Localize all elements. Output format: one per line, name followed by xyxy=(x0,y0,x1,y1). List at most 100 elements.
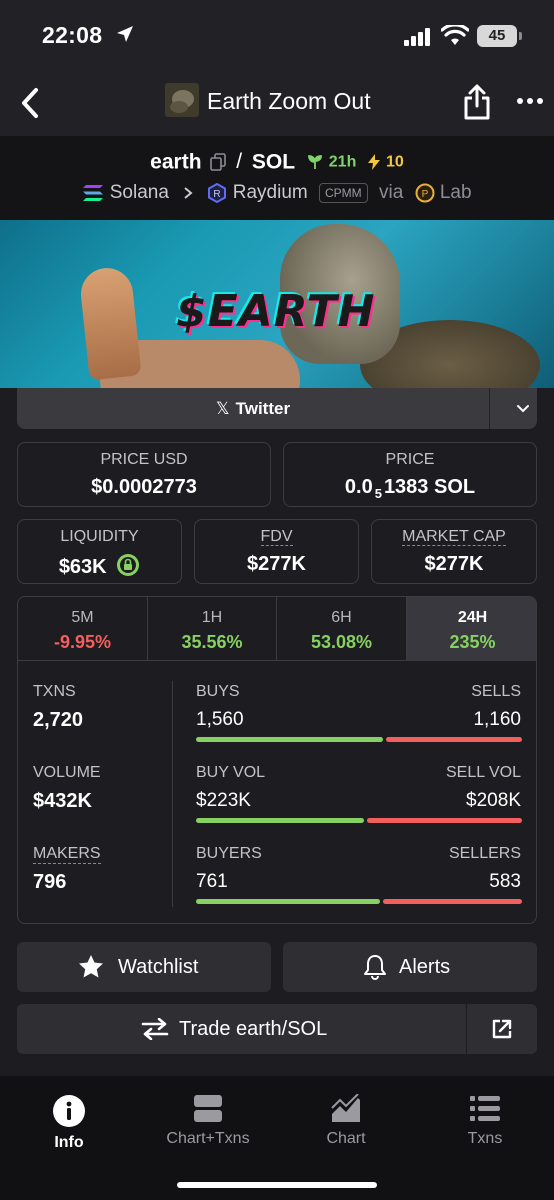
fdv-box[interactable]: FDV $277K xyxy=(194,519,359,584)
tabbar-txns[interactable]: Txns xyxy=(425,1094,545,1148)
x-logo-icon: 𝕏 xyxy=(215,399,230,418)
sellers-bar xyxy=(383,899,522,904)
tab-label: 5M xyxy=(71,609,94,626)
via-label: via xyxy=(378,182,404,203)
txns-label: TXNS xyxy=(33,683,76,700)
makers-label[interactable]: MAKERS xyxy=(33,845,101,864)
tabbar-info-label: Info xyxy=(54,1134,84,1151)
price-prefix: 0.0 xyxy=(344,476,373,498)
price-native-box: PRICE 0.0 5 1383 SOL xyxy=(283,442,537,507)
launchpad-label[interactable]: Lab xyxy=(440,182,472,203)
makers-value: 796 xyxy=(33,871,67,893)
txn-stats-panel: 5M -9.95% 1H 35.56% 6H 53.08% 24H 235% T… xyxy=(17,596,537,924)
sell-vol-label: SELL VOL xyxy=(445,764,521,781)
fdv-label-wrap: FDV xyxy=(195,528,358,546)
sellers-label: SELLERS xyxy=(448,845,521,862)
raydium-icon: R xyxy=(208,182,227,204)
price-suffix: 1383 SOL xyxy=(383,476,476,498)
back-chevron-icon[interactable] xyxy=(16,86,46,120)
tab-1h[interactable]: 1H 35.56% xyxy=(148,597,277,661)
list-icon xyxy=(470,1096,500,1121)
sell-vol-value: $208K xyxy=(466,790,521,811)
star-icon xyxy=(79,955,103,978)
volume-label: VOLUME xyxy=(33,764,101,781)
tabbar-chart-txns[interactable]: Chart+Txns xyxy=(148,1094,268,1148)
market-cap-box[interactable]: MARKET CAP $277K xyxy=(371,519,537,584)
tabbar-chart-label: Chart xyxy=(326,1130,366,1147)
sellers-value: 583 xyxy=(489,871,521,892)
watchlist-button[interactable]: Watchlist xyxy=(17,942,271,992)
twitter-link-bar: 𝕏 Twitter xyxy=(17,388,537,429)
pair-base-symbol: earth xyxy=(150,150,202,174)
trade-label: Trade earth/SOL xyxy=(179,1018,328,1040)
price-usd-label: PRICE USD xyxy=(100,451,188,468)
pair-header: earth / SOL 21h 10 Solana R Raydium CPMM… xyxy=(0,136,554,220)
tabbar-chart-txns-label: Chart+Txns xyxy=(166,1130,250,1147)
status-time: 22:08 xyxy=(42,22,103,48)
pair-age: 21h xyxy=(328,153,357,171)
token-avatar xyxy=(165,83,199,117)
tab-6h[interactable]: 6H 53.08% xyxy=(277,597,407,661)
market-cap-value: $277K xyxy=(424,553,484,575)
tab-5m[interactable]: 5M -9.95% xyxy=(18,597,148,661)
buys-value: 1,560 xyxy=(196,709,244,730)
chevron-right-icon xyxy=(184,187,193,199)
share-icon[interactable] xyxy=(463,84,491,120)
pool-type-badge: CPMM xyxy=(319,183,368,203)
buyers-value: 761 xyxy=(196,871,228,892)
svg-text:R: R xyxy=(214,189,221,200)
pair-separator: / xyxy=(236,150,243,174)
bell-icon xyxy=(364,955,386,980)
divider xyxy=(172,681,173,907)
tab-24h[interactable]: 24H 235% xyxy=(407,597,536,661)
swap-arrows-icon xyxy=(141,1018,169,1040)
sell-vol-bar xyxy=(367,818,522,823)
alerts-button[interactable]: Alerts xyxy=(283,942,537,992)
tabbar-chart[interactable]: Chart xyxy=(286,1094,406,1148)
twitter-label: Twitter xyxy=(235,399,291,418)
battery-indicator: 45 xyxy=(477,25,522,47)
boost-count: 10 xyxy=(386,153,404,171)
external-link-icon[interactable] xyxy=(491,1018,513,1040)
twitter-button[interactable]: 𝕏 Twitter xyxy=(17,388,489,429)
liquidity-box: LIQUIDITY $63K xyxy=(17,519,182,584)
pair-quote-symbol: SOL xyxy=(251,150,296,174)
divider xyxy=(489,388,490,429)
solana-icon xyxy=(83,185,104,201)
status-bar: 22:08 45 xyxy=(0,0,554,72)
dex-link[interactable]: Raydium xyxy=(233,182,308,203)
buyers-label: BUYERS xyxy=(196,845,262,862)
chain-link[interactable]: Solana xyxy=(110,182,169,203)
liquidity-value: $63K xyxy=(18,553,181,579)
nav-bar: Earth Zoom Out xyxy=(0,72,554,136)
more-icon[interactable] xyxy=(517,97,543,105)
trade-button[interactable]: Trade earth/SOL xyxy=(17,1004,537,1054)
banner-thumb xyxy=(78,265,142,381)
copy-icon[interactable] xyxy=(210,153,227,172)
tab-label: 24H xyxy=(457,609,488,626)
pair-title: earth / SOL 21h 10 xyxy=(0,150,554,174)
buy-vol-label: BUY VOL xyxy=(196,764,266,781)
price-native-value: 0.0 5 1383 SOL xyxy=(284,476,536,501)
buyers-bar xyxy=(196,899,380,904)
wifi-icon xyxy=(441,25,469,45)
timeframe-tabs: 5M -9.95% 1H 35.56% 6H 53.08% 24H 235% xyxy=(18,597,536,661)
chevron-down-icon[interactable] xyxy=(513,398,533,418)
home-indicator xyxy=(177,1182,377,1188)
buys-bar xyxy=(196,737,383,742)
pair-path: Solana R Raydium CPMM via P Lab xyxy=(0,182,554,204)
bolt-icon xyxy=(368,154,381,171)
sells-label: SELLS xyxy=(471,683,521,700)
lock-icon[interactable] xyxy=(116,553,140,577)
volume-value: $432K xyxy=(33,790,92,812)
tab-change: -9.95% xyxy=(53,632,112,652)
tabbar-info[interactable]: Info xyxy=(9,1094,129,1152)
chart-txns-icon xyxy=(194,1095,222,1122)
txns-value: 2,720 xyxy=(33,709,84,731)
sells-value: 1,160 xyxy=(473,709,521,730)
info-icon xyxy=(53,1095,85,1127)
tab-change: 53.08% xyxy=(310,632,373,652)
tab-label: 6H xyxy=(331,609,352,626)
price-usd-box: PRICE USD $0.0002773 xyxy=(17,442,271,507)
fdv-label: FDV xyxy=(260,528,293,546)
